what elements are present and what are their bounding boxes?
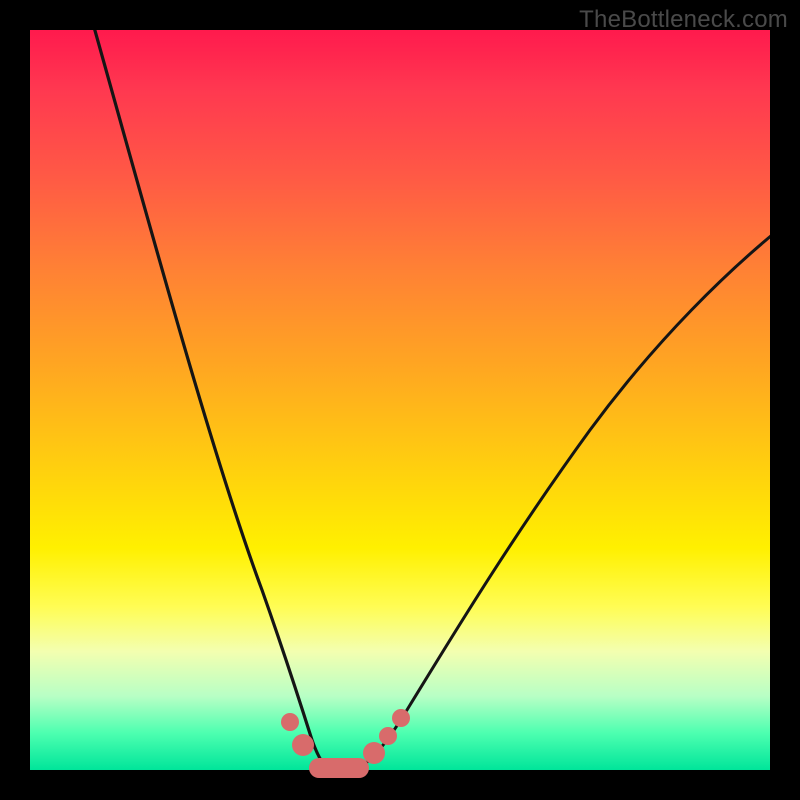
marker-right-2 — [379, 727, 397, 745]
curve-left-branch — [92, 30, 330, 769]
watermark-text: TheBottleneck.com — [579, 6, 788, 34]
flat-segment-bar — [309, 758, 369, 778]
marker-left-lower — [292, 734, 314, 756]
marker-right-1 — [363, 742, 385, 764]
marker-left-upper — [281, 713, 299, 731]
chart-plot-area — [30, 30, 770, 770]
bottleneck-curve — [30, 30, 770, 770]
marker-right-3 — [392, 709, 410, 727]
curve-right-branch — [356, 235, 770, 769]
